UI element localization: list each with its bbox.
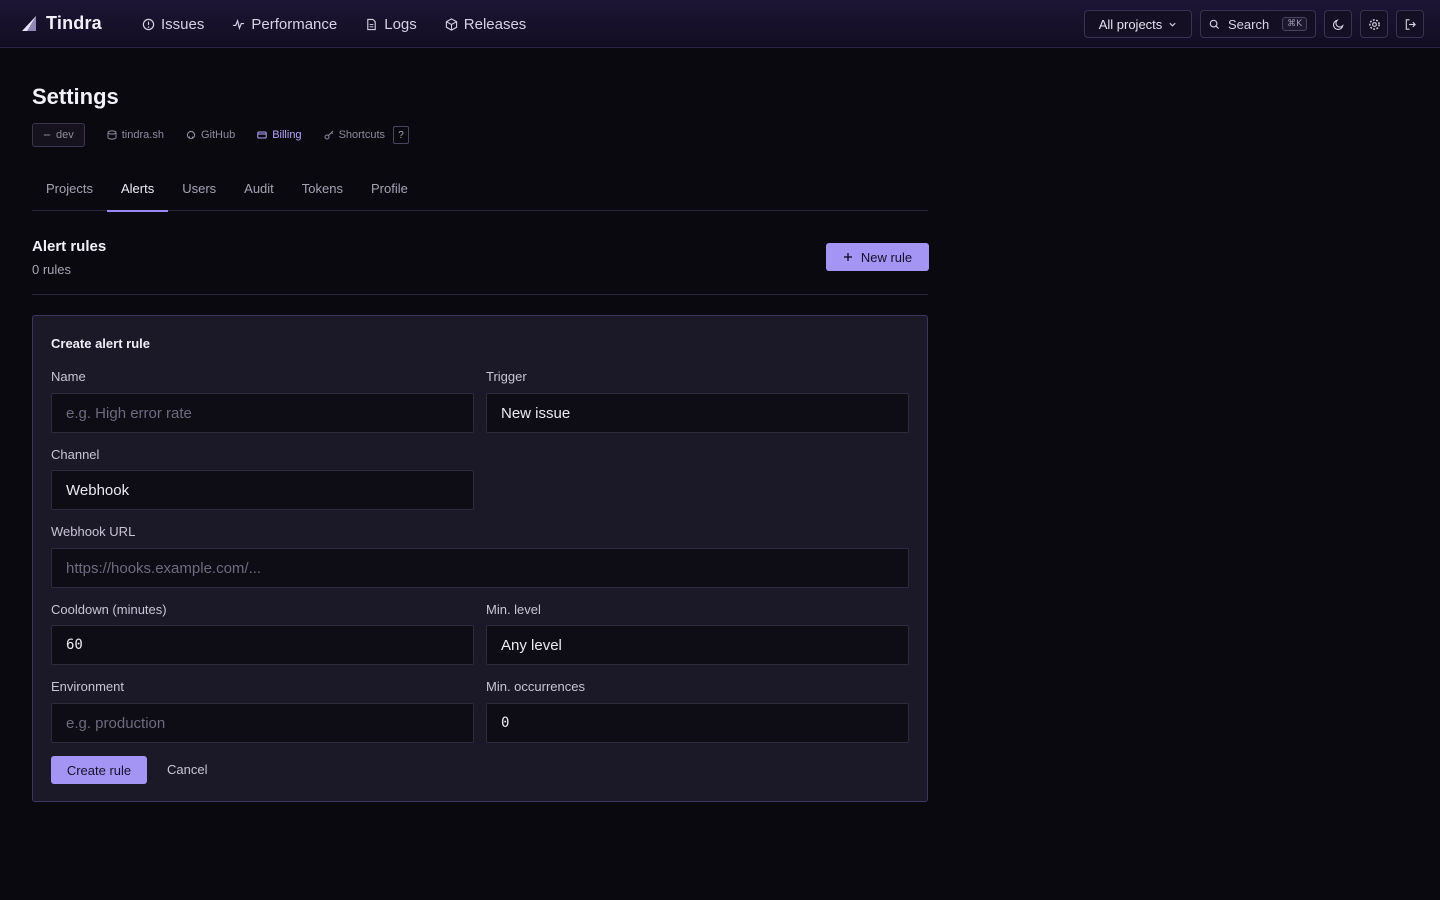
trigger-select[interactable]: New issue: [486, 393, 909, 433]
tab-audit[interactable]: Audit: [230, 170, 288, 211]
search-label: Search: [1228, 16, 1270, 32]
app-name: Tindra: [46, 13, 102, 33]
database-icon: [107, 130, 117, 140]
credit-card-icon: [257, 131, 267, 139]
link-billing[interactable]: Billing: [257, 129, 302, 141]
key-icon: [324, 130, 333, 140]
env-badge: dev: [32, 123, 85, 147]
min-level-label: Min. level: [486, 602, 541, 617]
nav-label: Issues: [161, 15, 205, 33]
min-level-select[interactable]: Any level: [486, 625, 909, 665]
section-title: Alert rules: [32, 238, 107, 255]
logout-button[interactable]: [1396, 10, 1424, 38]
tab-alerts[interactable]: Alerts: [106, 170, 169, 212]
new-rule-button[interactable]: New rule: [826, 243, 929, 271]
gear-icon: [1368, 18, 1380, 30]
nav-item-performance[interactable]: Performance: [232, 16, 337, 33]
alert-circle-icon: [142, 18, 155, 30]
shortcut-key-badge: ?: [393, 126, 410, 144]
nav-label: Releases: [463, 15, 527, 33]
webhook-url-input[interactable]: https://hooks.example.com/...: [51, 548, 909, 588]
tab-profile[interactable]: Profile: [357, 170, 422, 211]
tab-tokens[interactable]: Tokens: [288, 170, 357, 211]
nav-label: Logs: [384, 15, 417, 33]
project-select-value: All projects: [1098, 16, 1163, 32]
trigger-label: Trigger: [486, 369, 527, 384]
link-label: Shortcuts: [338, 129, 386, 141]
settings-meta-row: dev tindra.sh GitHub Billing Shortcuts ?: [32, 123, 410, 147]
package-icon: [445, 17, 457, 31]
channel-select[interactable]: Webhook: [51, 470, 474, 510]
cancel-button[interactable]: Cancel: [167, 762, 207, 777]
section-divider: [32, 294, 928, 295]
link-label: Billing: [272, 129, 302, 141]
page-title: Settings: [32, 84, 119, 109]
top-nav-bar: Tindra Issues Performance Logs Releases …: [0, 0, 1440, 48]
create-alert-rule-card: Create alert rule Name e.g. High error r…: [32, 315, 928, 802]
min-occurrences-label: Min. occurrences: [486, 679, 585, 694]
chevron-down-icon: [1169, 22, 1176, 27]
name-label: Name: [51, 369, 86, 384]
channel-label: Channel: [51, 447, 100, 462]
settings-tabs: Projects Alerts Users Audit Tokens Profi…: [32, 170, 928, 212]
plus-icon: [843, 253, 852, 261]
min-occurrences-input[interactable]: 0: [486, 703, 909, 743]
cooldown-input[interactable]: 60: [51, 625, 474, 665]
rules-count: 0 rules: [32, 262, 72, 277]
link-tindra-sh[interactable]: tindra.sh: [107, 129, 164, 141]
card-title: Create alert rule: [51, 336, 150, 351]
github-icon: [186, 130, 196, 140]
file-icon: [367, 18, 377, 30]
tab-projects[interactable]: Projects: [32, 170, 107, 211]
nav-item-issues[interactable]: Issues: [142, 16, 204, 33]
nav-item-releases[interactable]: Releases: [445, 15, 527, 33]
logo-icon: [22, 15, 36, 31]
environment-input[interactable]: e.g. production: [51, 703, 474, 743]
environment-label: Environment: [51, 679, 124, 694]
env-badge-label: dev: [56, 129, 74, 141]
search-icon: [1209, 19, 1220, 29]
new-rule-label: New rule: [860, 249, 913, 265]
main-nav: Issues Performance Logs Releases: [142, 0, 526, 48]
link-github[interactable]: GitHub: [186, 129, 235, 141]
nav-item-logs[interactable]: Logs: [365, 16, 417, 33]
link-label: tindra.sh: [121, 129, 164, 141]
name-input[interactable]: e.g. High error rate: [51, 393, 474, 433]
logout-icon: [1405, 18, 1416, 30]
link-shortcuts[interactable]: Shortcuts ?: [324, 126, 410, 144]
project-select[interactable]: All projects: [1084, 10, 1192, 38]
search-button[interactable]: Search ⌘K: [1200, 10, 1316, 38]
settings-button[interactable]: [1360, 10, 1388, 38]
nav-label: Performance: [251, 15, 338, 33]
theme-toggle-button[interactable]: [1324, 10, 1352, 38]
moon-icon: [1332, 18, 1344, 30]
top-right-controls: All projects Search ⌘K: [1084, 10, 1424, 38]
webhook-url-label: Webhook URL: [51, 524, 136, 539]
link-label: GitHub: [200, 129, 236, 141]
branch-icon: [43, 134, 51, 136]
search-shortcut: ⌘K: [1282, 17, 1307, 31]
tab-users[interactable]: Users: [168, 170, 230, 211]
activity-icon: [233, 18, 245, 30]
cooldown-label: Cooldown (minutes): [51, 602, 167, 617]
app-logo[interactable]: Tindra: [20, 13, 102, 34]
create-rule-button[interactable]: Create rule: [51, 756, 147, 784]
